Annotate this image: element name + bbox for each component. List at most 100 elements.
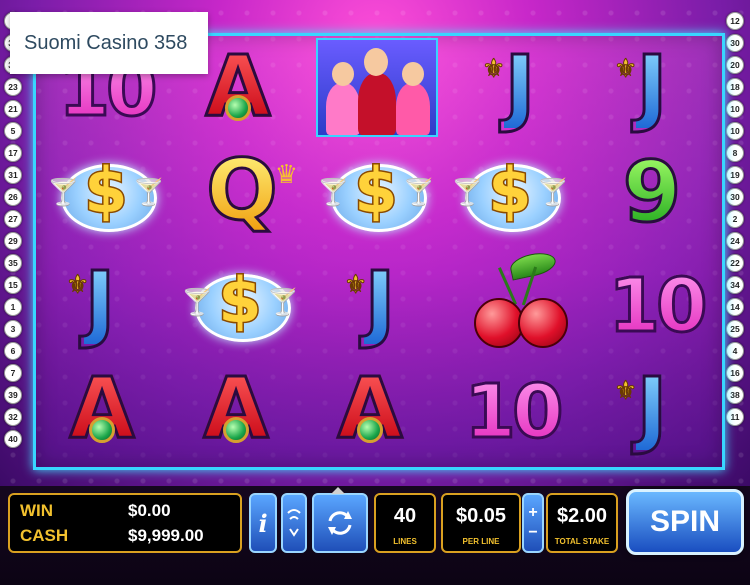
green-gem-icon [89,417,115,443]
payline-indicators-right: 12 30 20 18 10 10 8 19 30 2 24 22 34 14 25 4 16 38 11 [726,10,746,428]
fleur-de-lis-icon: ⚜ [613,54,638,85]
payline-number-left[interactable]: 39 [4,386,22,404]
dollar-symbol: 🍸 🍸 $ [47,153,165,236]
payline-number-right[interactable]: 30 [726,188,744,206]
cash-value: $9,999.00 [128,526,204,545]
win-cash-panel: WIN CASH $0.00 $9,999.00 [8,493,242,553]
payline-number-right[interactable]: 34 [726,276,744,294]
spin-button[interactable]: SPIN [626,489,744,555]
jack-symbol: J [363,253,397,351]
reel2-row3-symbol: 🍸 🍸 $ [180,256,300,356]
payline-number-left[interactable]: 32 [4,408,22,426]
per-line-value: $0.05 [455,505,507,527]
lines-display: 40 LINES [374,493,436,553]
increase-bet-button[interactable]: + [528,503,537,523]
dollar-symbol: 🍸 🍸 $ [451,153,569,236]
payline-number-right[interactable]: 30 [726,34,744,52]
payline-number-left[interactable]: 26 [4,188,22,206]
reel2-row4-symbol: A [176,358,296,458]
reel1-row3-symbol: J ⚜ [40,252,160,352]
payline-number-right[interactable]: 18 [726,78,744,96]
reel5-row4-symbol: J ⚜ [592,358,712,458]
info-button[interactable]: i [249,493,277,553]
cherry-left [474,298,524,348]
dollar-sign: $ [353,153,399,229]
payline-number-left[interactable]: 7 [4,364,22,382]
site-title: Suomi Casino 358 [24,31,188,54]
autoplay-icon [287,509,301,537]
payline-number-right[interactable]: 25 [726,320,744,338]
green-gem-icon [225,95,251,121]
crown-icon: ♛ [274,160,298,190]
lines-value: 40 [393,505,417,527]
payline-number-left[interactable]: 3 [4,320,22,338]
dollar-symbol: 🍸 🍸 $ [317,153,435,236]
payline-number-left[interactable]: 40 [4,430,22,448]
dollar-sign: $ [83,153,129,229]
reel4-row3-symbol [460,249,580,354]
total-stake-display: $2.00 TOTAL STAKE [546,493,618,553]
info-icon: i [258,508,268,538]
spin-label: SPIN [649,505,721,538]
payline-number-left[interactable]: 27 [4,210,22,228]
payline-number-right[interactable]: 19 [726,166,744,184]
payline-number-right[interactable]: 11 [726,408,744,426]
payline-number-left[interactable]: 6 [4,342,22,360]
ten-symbol: 10 [607,262,709,351]
payline-number-right[interactable]: 22 [726,254,744,272]
payline-number-right[interactable]: 10 [726,100,744,118]
jack-symbol: J [503,37,537,135]
payline-number-left[interactable]: 23 [4,78,22,96]
reel5-row2-symbol: 9 [592,142,712,242]
man-center [358,73,396,135]
site-logo-badge[interactable]: Suomi Casino 358 [10,12,208,74]
repeat-bet-button[interactable] [312,493,368,553]
payline-number-right[interactable]: 20 [726,56,744,74]
cash-label: CASH [20,526,69,545]
reel5-row3-symbol: 10 [596,256,716,356]
dollar-symbol: 🍸 🍸 $ [181,263,299,346]
payline-number-right[interactable]: 12 [726,12,744,30]
repeat-icon [328,511,352,535]
fleur-de-lis-icon: ⚜ [65,270,90,301]
payline-number-right[interactable]: 10 [726,122,744,140]
win-value: $0.00 [128,501,171,520]
reel5-row1-symbol: J ⚜ [592,36,712,136]
queen-symbol: Q [205,141,279,239]
payline-number-right[interactable]: 4 [726,342,744,360]
decrease-bet-button[interactable]: − [528,523,537,543]
jack-symbol: J [635,37,669,135]
reel3-row2-symbol: 🍸 🍸 $ [316,146,436,246]
payline-number-right[interactable]: 2 [726,210,744,228]
payline-number-right[interactable]: 16 [726,364,744,382]
payline-number-left[interactable]: 17 [4,144,22,162]
payline-number-left[interactable]: 5 [4,122,22,140]
repeat-expand-arrow-icon[interactable] [331,487,345,494]
reel1-row2-symbol: 🍸 🍸 $ [46,146,166,246]
payline-number-left[interactable]: 29 [4,232,22,250]
autoplay-button[interactable] [281,493,307,553]
reel3-row4-symbol: A [310,358,430,458]
payline-number-left[interactable]: 15 [4,276,22,294]
payline-number-right[interactable]: 24 [726,232,744,250]
reel4-row4-symbol: 10 [452,362,572,462]
dollar-sign: $ [487,153,533,229]
lines-label: LINES [393,537,417,546]
cherry-right [518,298,568,348]
payline-number-left[interactable]: 35 [4,254,22,272]
fleur-de-lis-icon: ⚜ [613,376,638,407]
woman-right [396,83,430,135]
man-center-head [364,48,388,76]
fleur-de-lis-icon: ⚜ [481,54,506,85]
payline-number-left[interactable]: 21 [4,100,22,118]
payline-number-right[interactable]: 14 [726,298,744,316]
payline-number-right[interactable]: 38 [726,386,744,404]
green-gem-icon [357,417,383,443]
payline-number-left[interactable]: 31 [4,166,22,184]
per-line-display: $0.05 PER LINE [441,493,521,553]
total-stake-value: $2.00 [556,505,608,527]
payline-number-right[interactable]: 8 [726,144,744,162]
bonus-people-symbol [316,38,438,137]
bet-adjust-control[interactable]: + − [522,493,544,553]
payline-number-left[interactable]: 1 [4,298,22,316]
